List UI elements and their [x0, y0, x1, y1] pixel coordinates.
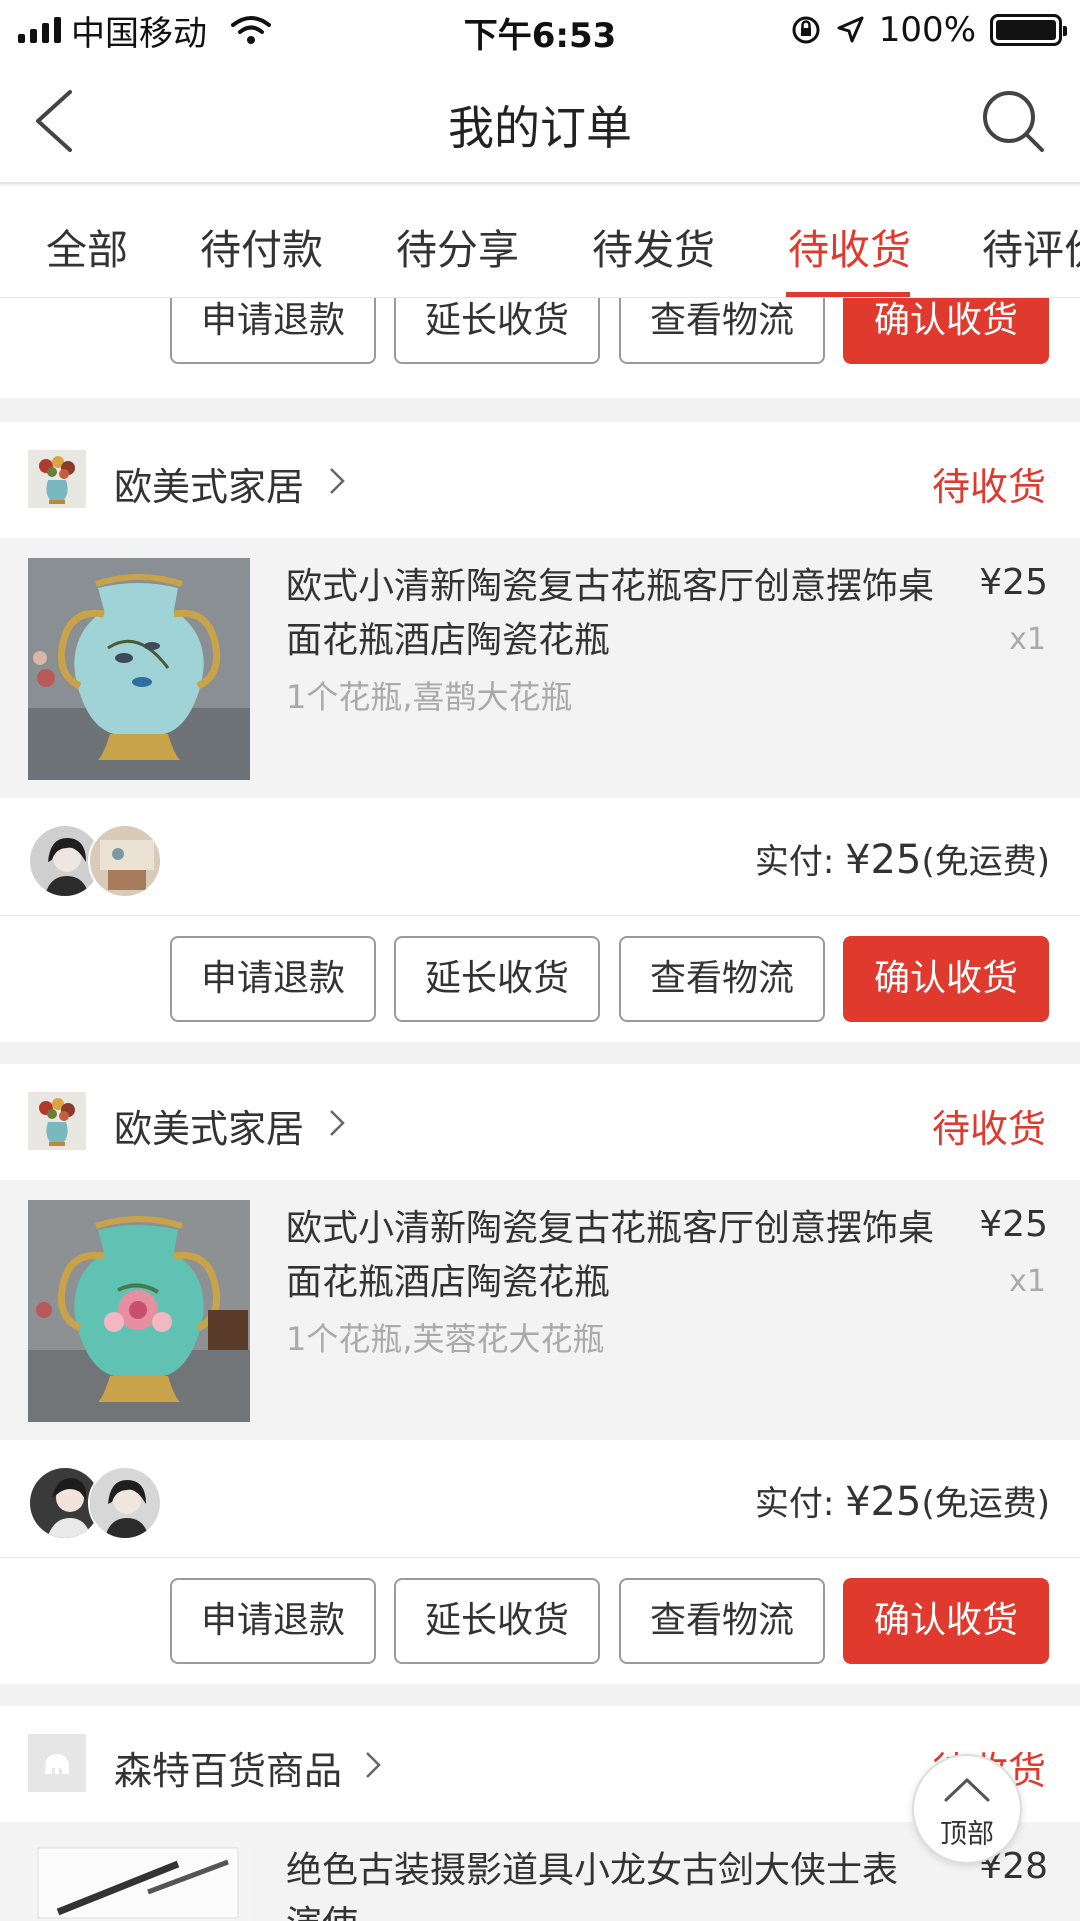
- order-card: 欧美式家居 待收货 欧式小清新陶瓷复古花瓶客厅创意摆饰桌面花瓶酒店陶瓷花瓶 1个…: [0, 1064, 1080, 1684]
- product-image: [28, 1200, 250, 1422]
- tab-pending-receipt[interactable]: 待收货: [788, 216, 911, 276]
- extend-receipt-button[interactable]: 延长收货: [394, 936, 600, 1022]
- extend-receipt-button[interactable]: 延长收货: [394, 298, 600, 364]
- payment-summary: 实付: ¥25(免运费): [755, 1476, 1050, 1525]
- order-status: 待收货: [931, 465, 1046, 509]
- payment-amount: ¥25: [845, 837, 922, 883]
- shipping-note: (免运费): [921, 1484, 1050, 1524]
- search-icon[interactable]: [980, 88, 1046, 154]
- shop-row[interactable]: 欧美式家居 待收货: [0, 422, 1080, 538]
- shop-avatar: [28, 1092, 86, 1150]
- goods-item[interactable]: 欧式小清新陶瓷复古花瓶客厅创意摆饰桌面花瓶酒店陶瓷花瓶 1个花瓶,喜鹊大花瓶 ¥…: [0, 538, 1080, 798]
- page: 中国移动 下午6:53 100% 我的订单 全部 待付款 待分享 待发货 待收货…: [0, 0, 1080, 1921]
- payment-amount: ¥25: [845, 1479, 922, 1525]
- tab-pending-shipment[interactable]: 待发货: [592, 216, 715, 276]
- back-to-top-label: 顶部: [940, 1819, 994, 1850]
- product-title: 绝色古装摄影道具小龙女古剑大侠士表演使: [286, 1850, 899, 1921]
- shop-avatar: [28, 450, 86, 508]
- battery-icon: [990, 14, 1067, 46]
- payment-row: 实付: ¥25(免运费): [0, 1440, 1080, 1558]
- payment-label: 实付:: [754, 842, 835, 882]
- order-card: 欧美式家居 待收货 欧式小清新陶瓷复古花瓶客厅创意摆饰桌面花瓶酒店陶瓷花瓶 1个…: [0, 422, 1080, 1042]
- refund-button[interactable]: 申请退款: [170, 1578, 376, 1664]
- payment-label: 实付:: [754, 1484, 835, 1524]
- tab-pending-payment[interactable]: 待付款: [200, 216, 323, 276]
- refund-button[interactable]: 申请退款: [170, 936, 376, 1022]
- product-image: [28, 1842, 250, 1921]
- view-logistics-button[interactable]: 查看物流: [619, 1578, 825, 1664]
- shop-name: 森特百货商品: [114, 1749, 343, 1793]
- product-sku: 1个花瓶,芙蓉花大花瓶: [286, 1320, 605, 1358]
- chevron-right-icon: [330, 468, 345, 494]
- confirm-receipt-button[interactable]: 确认收货: [843, 1578, 1049, 1664]
- payment-row: 实付: ¥25(免运费): [0, 798, 1080, 916]
- tab-pending-review[interactable]: 待评价: [982, 216, 1080, 276]
- product-price: ¥25: [979, 562, 1048, 603]
- order-tabs: 全部 待付款 待分享 待发货 待收货 待评价: [0, 186, 1080, 298]
- chevron-right-icon: [366, 1752, 381, 1778]
- refund-button[interactable]: 申请退款: [170, 298, 376, 364]
- buyer-avatars: [28, 824, 168, 898]
- chevron-right-icon: [330, 1110, 345, 1136]
- product-title: 欧式小清新陶瓷复古花瓶客厅创意摆饰桌面花瓶酒店陶瓷花瓶: [286, 1208, 935, 1303]
- extend-receipt-button[interactable]: 延长收货: [394, 1578, 600, 1664]
- confirm-receipt-button[interactable]: 确认收货: [843, 936, 1049, 1022]
- tab-pending-share[interactable]: 待分享: [396, 216, 519, 276]
- location-icon: [837, 16, 864, 43]
- shop-name: 欧美式家居: [114, 1107, 305, 1151]
- product-image: [28, 558, 250, 780]
- shop-avatar: [28, 1734, 86, 1792]
- shop-row[interactable]: 欧美式家居 待收货: [0, 1064, 1080, 1180]
- rotation-lock-icon: [792, 16, 820, 44]
- view-logistics-button[interactable]: 查看物流: [619, 298, 825, 364]
- view-logistics-button[interactable]: 查看物流: [619, 936, 825, 1022]
- battery-percent: 100%: [878, 10, 976, 50]
- tab-all[interactable]: 全部: [46, 216, 128, 276]
- previous-order-actions: 申请退款 延长收货 查看物流 确认收货: [0, 298, 1080, 398]
- status-bar: 中国移动 下午6:53 100%: [0, 0, 1080, 60]
- avatar: [88, 1466, 162, 1540]
- buyer-avatars: [28, 1466, 168, 1540]
- shop-name: 欧美式家居: [114, 465, 305, 509]
- back-to-top-button[interactable]: 顶部: [912, 1754, 1022, 1864]
- product-price: ¥25: [979, 1204, 1048, 1245]
- confirm-receipt-button[interactable]: 确认收货: [843, 298, 1049, 364]
- order-actions: 申请退款 延长收货 查看物流 确认收货: [0, 1558, 1080, 1684]
- avatar: [88, 824, 162, 898]
- product-sku: 1个花瓶,喜鹊大花瓶: [286, 678, 573, 716]
- shipping-note: (免运费): [921, 842, 1050, 882]
- goods-item[interactable]: 欧式小清新陶瓷复古花瓶客厅创意摆饰桌面花瓶酒店陶瓷花瓶 1个花瓶,芙蓉花大花瓶 …: [0, 1180, 1080, 1440]
- order-actions: 申请退款 延长收货 查看物流 确认收货: [0, 916, 1080, 1042]
- page-title: 我的订单: [448, 101, 632, 155]
- product-title: 欧式小清新陶瓷复古花瓶客厅创意摆饰桌面花瓶酒店陶瓷花瓶: [286, 566, 935, 661]
- chevron-up-icon: [944, 1778, 990, 1802]
- product-quantity: x1: [1009, 622, 1046, 657]
- nav-bar: 我的订单: [0, 60, 1080, 184]
- status-right: 100%: [791, 8, 1067, 52]
- payment-summary: 实付: ¥25(免运费): [755, 834, 1050, 883]
- order-status: 待收货: [931, 1107, 1046, 1151]
- product-quantity: x1: [1009, 1264, 1046, 1299]
